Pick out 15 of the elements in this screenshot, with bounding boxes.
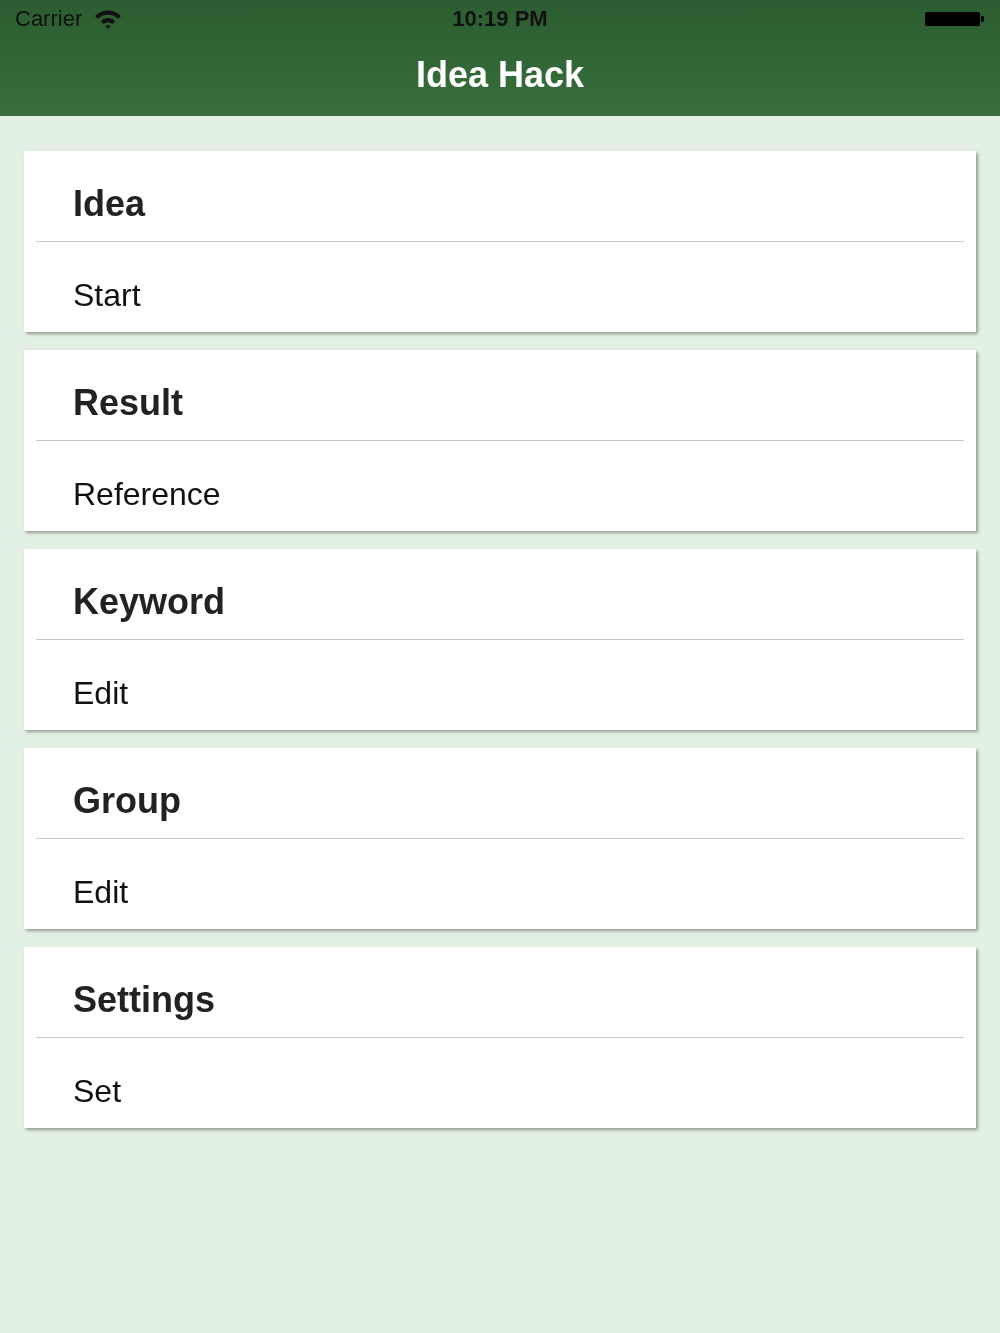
section-title: Group [73,783,181,819]
section-title: Keyword [73,584,226,620]
app-title: Idea Hack [415,57,585,93]
carrier-label: Carrier [15,8,83,30]
battery-icon [925,11,985,27]
section-title: Settings [73,982,215,1018]
section-action-item[interactable]: Set [73,1075,122,1107]
section-title: Result [73,385,184,421]
section-action-item[interactable]: Reference [73,478,221,510]
wifi-icon [94,9,123,29]
section-action-item[interactable]: Edit [73,677,129,709]
section-title: Idea [73,186,146,222]
section-action-item[interactable]: Start [73,279,141,311]
status-time: 10:19 PM [452,8,548,30]
section-action-item[interactable]: Edit [73,876,129,908]
